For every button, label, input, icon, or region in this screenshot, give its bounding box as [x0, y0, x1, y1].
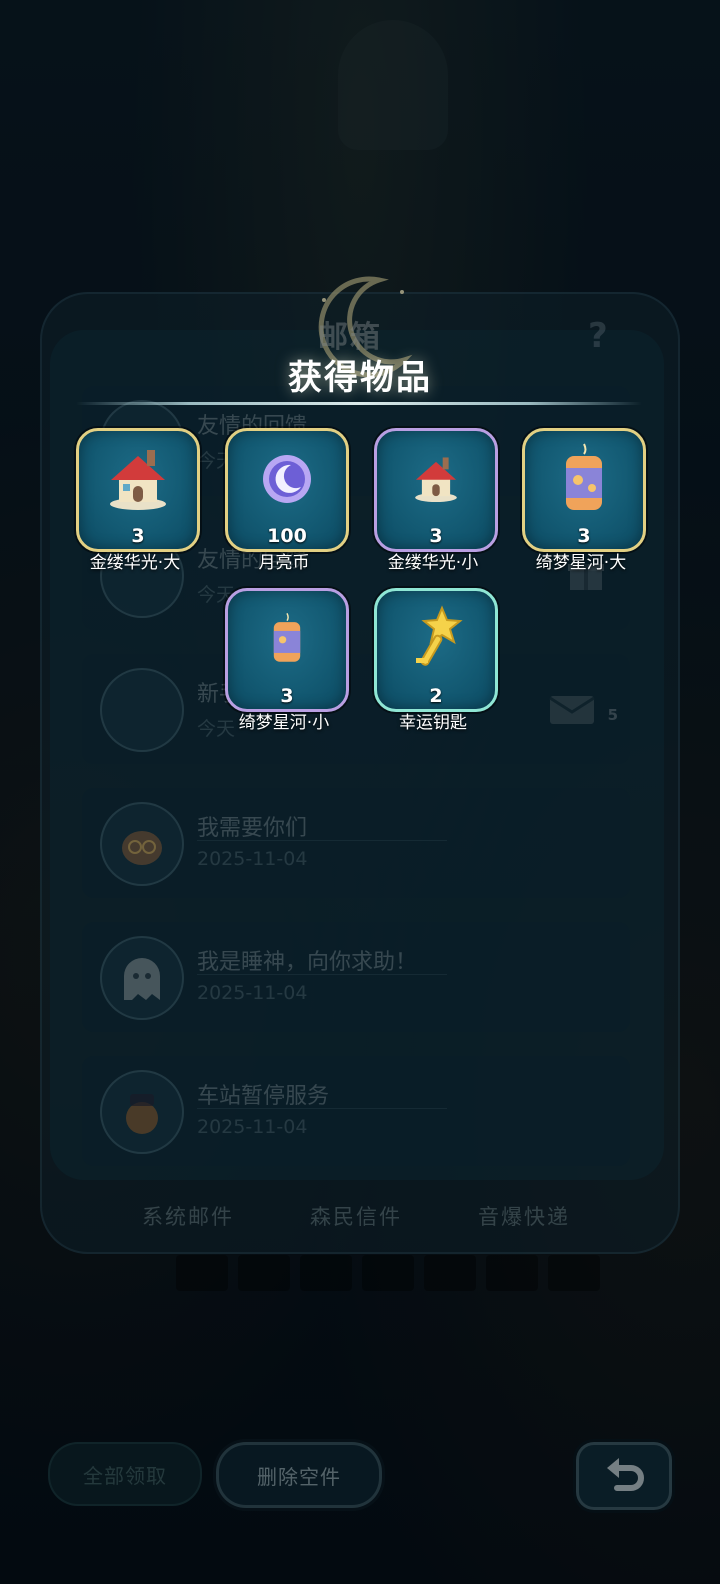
house-icon: [110, 450, 166, 510]
item-name: 金缕华光·小: [387, 553, 479, 573]
house-icon: [415, 457, 457, 503]
reward-item[interactable]: 2: [374, 588, 498, 712]
star-key-icon: [416, 605, 463, 666]
item-count: 100: [267, 525, 307, 547]
reward-item[interactable]: 3: [522, 428, 646, 552]
item-count: 3: [280, 685, 294, 707]
item-name: 幸运钥匙: [399, 713, 467, 733]
item-name: 绮梦星河·小: [238, 713, 330, 733]
item-name: 金缕华光·大: [89, 553, 181, 573]
reward-title: 获得物品: [288, 358, 432, 398]
lantern-icon: [273, 613, 301, 662]
modal-backdrop[interactable]: [0, 0, 720, 1584]
reward-divider: [76, 402, 642, 405]
lantern-icon: [566, 443, 602, 510]
item-count: 3: [577, 525, 591, 547]
moon-coin-icon: [263, 455, 311, 503]
reward-item[interactable]: 3: [374, 428, 498, 552]
item-name: 月亮币: [258, 553, 310, 573]
item-count: 3: [131, 525, 145, 547]
item-count: 3: [429, 525, 443, 547]
item-name: 绮梦星河·大: [535, 553, 627, 573]
reward-item[interactable]: 3: [76, 428, 200, 552]
item-count: 2: [429, 685, 443, 707]
reward-item[interactable]: 100: [225, 428, 349, 552]
reward-item[interactable]: 3: [225, 588, 349, 712]
